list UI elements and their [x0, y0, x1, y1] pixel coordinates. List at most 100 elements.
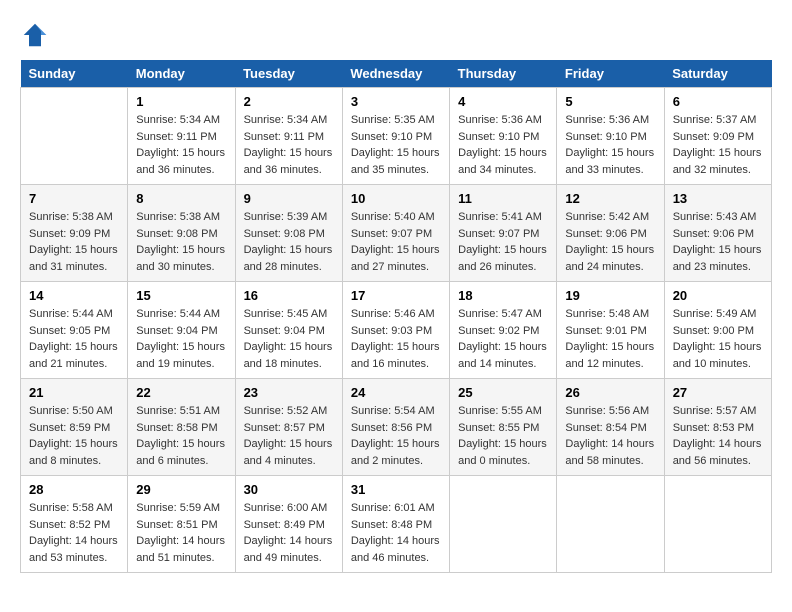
daylight: Daylight: 14 hours and 46 minutes.	[351, 535, 440, 564]
header-tuesday: Tuesday	[235, 60, 342, 88]
calendar-cell: 31 Sunrise: 6:01 AM Sunset: 8:48 PM Dayl…	[342, 476, 449, 573]
day-number: 4	[458, 94, 548, 109]
day-info: Sunrise: 5:38 AM Sunset: 9:08 PM Dayligh…	[136, 209, 226, 275]
sunrise: Sunrise: 5:51 AM	[136, 405, 220, 417]
calendar-cell: 10 Sunrise: 5:40 AM Sunset: 9:07 PM Dayl…	[342, 185, 449, 282]
day-number: 16	[244, 288, 334, 303]
sunrise: Sunrise: 5:37 AM	[673, 114, 757, 126]
day-number: 6	[673, 94, 763, 109]
sunrise: Sunrise: 5:42 AM	[565, 211, 649, 223]
logo-icon	[20, 20, 50, 50]
day-number: 28	[29, 482, 119, 497]
sunset: Sunset: 9:01 PM	[565, 325, 646, 337]
calendar-cell: 15 Sunrise: 5:44 AM Sunset: 9:04 PM Dayl…	[128, 282, 235, 379]
calendar-cell: 9 Sunrise: 5:39 AM Sunset: 9:08 PM Dayli…	[235, 185, 342, 282]
sunset: Sunset: 8:52 PM	[29, 519, 110, 531]
sunset: Sunset: 9:09 PM	[673, 131, 754, 143]
sunrise: Sunrise: 5:46 AM	[351, 308, 435, 320]
daylight: Daylight: 14 hours and 58 minutes.	[565, 438, 654, 467]
day-number: 23	[244, 385, 334, 400]
calendar-cell: 16 Sunrise: 5:45 AM Sunset: 9:04 PM Dayl…	[235, 282, 342, 379]
day-info: Sunrise: 5:50 AM Sunset: 8:59 PM Dayligh…	[29, 403, 119, 469]
header-friday: Friday	[557, 60, 664, 88]
sunset: Sunset: 9:08 PM	[244, 228, 325, 240]
day-number: 14	[29, 288, 119, 303]
calendar-cell: 22 Sunrise: 5:51 AM Sunset: 8:58 PM Dayl…	[128, 379, 235, 476]
day-info: Sunrise: 5:45 AM Sunset: 9:04 PM Dayligh…	[244, 306, 334, 372]
calendar-cell: 23 Sunrise: 5:52 AM Sunset: 8:57 PM Dayl…	[235, 379, 342, 476]
daylight: Daylight: 15 hours and 12 minutes.	[565, 341, 654, 370]
day-info: Sunrise: 5:35 AM Sunset: 9:10 PM Dayligh…	[351, 112, 441, 178]
sunset: Sunset: 9:07 PM	[458, 228, 539, 240]
sunset: Sunset: 8:53 PM	[673, 422, 754, 434]
sunrise: Sunrise: 5:52 AM	[244, 405, 328, 417]
calendar-cell: 14 Sunrise: 5:44 AM Sunset: 9:05 PM Dayl…	[21, 282, 128, 379]
sunset: Sunset: 9:00 PM	[673, 325, 754, 337]
day-number: 12	[565, 191, 655, 206]
daylight: Daylight: 15 hours and 31 minutes.	[29, 244, 118, 273]
calendar-cell: 29 Sunrise: 5:59 AM Sunset: 8:51 PM Dayl…	[128, 476, 235, 573]
sunset: Sunset: 9:05 PM	[29, 325, 110, 337]
sunset: Sunset: 8:58 PM	[136, 422, 217, 434]
sunrise: Sunrise: 5:39 AM	[244, 211, 328, 223]
day-info: Sunrise: 5:43 AM Sunset: 9:06 PM Dayligh…	[673, 209, 763, 275]
day-info: Sunrise: 5:36 AM Sunset: 9:10 PM Dayligh…	[458, 112, 548, 178]
day-info: Sunrise: 5:44 AM Sunset: 9:04 PM Dayligh…	[136, 306, 226, 372]
day-number: 20	[673, 288, 763, 303]
calendar-cell: 3 Sunrise: 5:35 AM Sunset: 9:10 PM Dayli…	[342, 88, 449, 185]
sunset: Sunset: 9:11 PM	[244, 131, 325, 143]
day-number: 26	[565, 385, 655, 400]
sunset: Sunset: 9:10 PM	[565, 131, 646, 143]
day-number: 19	[565, 288, 655, 303]
header-thursday: Thursday	[450, 60, 557, 88]
day-info: Sunrise: 5:52 AM Sunset: 8:57 PM Dayligh…	[244, 403, 334, 469]
day-info: Sunrise: 5:54 AM Sunset: 8:56 PM Dayligh…	[351, 403, 441, 469]
sunset: Sunset: 9:06 PM	[673, 228, 754, 240]
day-info: Sunrise: 5:47 AM Sunset: 9:02 PM Dayligh…	[458, 306, 548, 372]
calendar-cell	[450, 476, 557, 573]
day-info: Sunrise: 5:46 AM Sunset: 9:03 PM Dayligh…	[351, 306, 441, 372]
day-number: 21	[29, 385, 119, 400]
day-info: Sunrise: 5:55 AM Sunset: 8:55 PM Dayligh…	[458, 403, 548, 469]
calendar-cell: 27 Sunrise: 5:57 AM Sunset: 8:53 PM Dayl…	[664, 379, 771, 476]
sunset: Sunset: 8:48 PM	[351, 519, 432, 531]
sunrise: Sunrise: 5:38 AM	[29, 211, 113, 223]
calendar-cell: 26 Sunrise: 5:56 AM Sunset: 8:54 PM Dayl…	[557, 379, 664, 476]
sunset: Sunset: 8:49 PM	[244, 519, 325, 531]
sunrise: Sunrise: 6:01 AM	[351, 502, 435, 514]
sunrise: Sunrise: 5:59 AM	[136, 502, 220, 514]
sunset: Sunset: 8:55 PM	[458, 422, 539, 434]
sunset: Sunset: 9:09 PM	[29, 228, 110, 240]
daylight: Daylight: 14 hours and 51 minutes.	[136, 535, 225, 564]
sunrise: Sunrise: 5:41 AM	[458, 211, 542, 223]
sunrise: Sunrise: 5:34 AM	[136, 114, 220, 126]
daylight: Daylight: 15 hours and 27 minutes.	[351, 244, 440, 273]
sunrise: Sunrise: 5:34 AM	[244, 114, 328, 126]
daylight: Daylight: 15 hours and 34 minutes.	[458, 147, 547, 176]
calendar-cell: 8 Sunrise: 5:38 AM Sunset: 9:08 PM Dayli…	[128, 185, 235, 282]
calendar-cell: 4 Sunrise: 5:36 AM Sunset: 9:10 PM Dayli…	[450, 88, 557, 185]
sunset: Sunset: 8:51 PM	[136, 519, 217, 531]
daylight: Daylight: 15 hours and 10 minutes.	[673, 341, 762, 370]
sunset: Sunset: 9:10 PM	[458, 131, 539, 143]
sunrise: Sunrise: 5:54 AM	[351, 405, 435, 417]
calendar-header-row: SundayMondayTuesdayWednesdayThursdayFrid…	[21, 60, 772, 88]
day-info: Sunrise: 5:41 AM Sunset: 9:07 PM Dayligh…	[458, 209, 548, 275]
day-info: Sunrise: 5:58 AM Sunset: 8:52 PM Dayligh…	[29, 500, 119, 566]
calendar-cell: 2 Sunrise: 5:34 AM Sunset: 9:11 PM Dayli…	[235, 88, 342, 185]
day-number: 7	[29, 191, 119, 206]
sunrise: Sunrise: 5:47 AM	[458, 308, 542, 320]
daylight: Daylight: 15 hours and 18 minutes.	[244, 341, 333, 370]
sunrise: Sunrise: 5:45 AM	[244, 308, 328, 320]
day-info: Sunrise: 5:57 AM Sunset: 8:53 PM Dayligh…	[673, 403, 763, 469]
sunset: Sunset: 9:06 PM	[565, 228, 646, 240]
calendar-week-0: 1 Sunrise: 5:34 AM Sunset: 9:11 PM Dayli…	[21, 88, 772, 185]
calendar-cell	[21, 88, 128, 185]
daylight: Daylight: 15 hours and 33 minutes.	[565, 147, 654, 176]
day-number: 9	[244, 191, 334, 206]
calendar-cell	[557, 476, 664, 573]
day-info: Sunrise: 5:39 AM Sunset: 9:08 PM Dayligh…	[244, 209, 334, 275]
day-number: 30	[244, 482, 334, 497]
day-number: 15	[136, 288, 226, 303]
calendar-cell: 13 Sunrise: 5:43 AM Sunset: 9:06 PM Dayl…	[664, 185, 771, 282]
